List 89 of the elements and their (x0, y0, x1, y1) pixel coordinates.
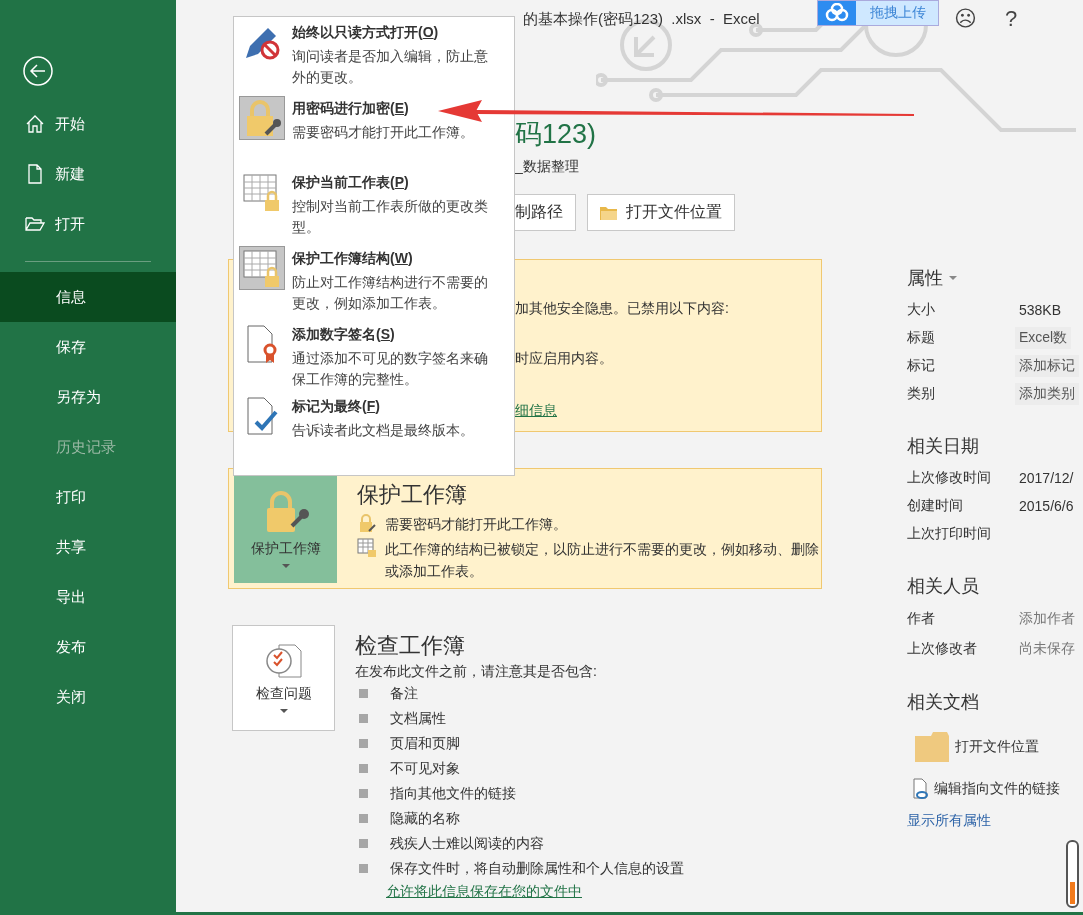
bullet-icon (359, 864, 368, 873)
folder-icon (915, 732, 949, 762)
sheet-lock-icon (242, 248, 282, 288)
inspect-item: 保存文件时，将自动删除属性和个人信息的设置 (390, 859, 684, 878)
property-value: 2017/12/ (1019, 469, 1074, 488)
window-title: 的基本操作(密码123) .xlsx - Excel (523, 10, 760, 29)
inspect-item: 指向其他文件的链接 (390, 784, 516, 803)
property-field[interactable]: 添加类别 (1015, 383, 1079, 405)
protect-description: 此工作簿的结构已被锁定，以防止进行不需要的更改，例如移动、删除或添加工作表。 (385, 540, 820, 581)
inspect-item: 隐藏的名称 (390, 809, 460, 828)
home-icon (25, 114, 45, 134)
inspect-item: 文档属性 (390, 709, 446, 728)
inspect-item: 残疾人士难以阅读的内容 (390, 834, 544, 853)
property-label: 类别 (907, 385, 936, 403)
section-heading: 相关文档 (907, 691, 980, 714)
inspect-intro: 在发布此文件之前，请注意其是否包含: (355, 663, 598, 681)
path-button[interactable]: 打开文件位置 (587, 194, 735, 231)
sidebar-item[interactable]: 共享 (0, 522, 176, 572)
show-all-properties-link[interactable]: 显示所有属性 (907, 812, 1083, 830)
upload-button[interactable]: 拖拽上传 (817, 0, 939, 26)
protect-workbook-button[interactable]: 保护工作簿 (234, 474, 337, 583)
bullet-icon (359, 764, 368, 773)
property-field[interactable]: 添加标记 (1015, 355, 1079, 377)
sidebar-item[interactable]: 信息 (0, 272, 176, 322)
sheet-lock-icon (242, 172, 282, 212)
sidebar-item[interactable]: 关闭 (0, 672, 176, 722)
check-issues-button[interactable]: 检查问题 (232, 625, 335, 731)
property-label: 作者 (907, 610, 936, 628)
edit-links-button[interactable]: 编辑指向文件的链接 (912, 778, 1083, 800)
document-icon (25, 164, 45, 184)
property-value: 538KB (1019, 301, 1062, 320)
menu-item[interactable]: 用密码进行加密(E) 需要密码才能打开此工作簿。 (239, 96, 514, 170)
folder-icon (600, 205, 618, 220)
property-label: 创建时间 (907, 497, 964, 515)
bullet-icon (359, 839, 368, 848)
property-label: 大小 (907, 301, 936, 319)
property-label: 标题 (907, 329, 936, 347)
property-value: 2015/6/6 (1019, 497, 1074, 516)
folder-icon (25, 214, 45, 234)
inspect-item: 不可见对象 (390, 759, 460, 778)
caret-icon[interactable] (949, 276, 957, 280)
property-field[interactable]: Excel数 (1015, 327, 1072, 349)
menu-item[interactable]: 保护工作簿结构(W) 防止对工作簿结构进行不需要的更改，例如添加工作表。 (239, 246, 514, 322)
section-title: 检查工作簿 (355, 632, 466, 660)
property-field[interactable]: 添加作者 (1019, 608, 1075, 630)
sheet-lock-icon (357, 538, 377, 558)
sidebar-item[interactable]: 新建 (0, 149, 176, 199)
sidebar-item[interactable]: 另存为 (0, 372, 176, 422)
back-icon[interactable] (22, 55, 54, 87)
section-heading: 属性 (907, 267, 943, 290)
bullet-icon (359, 739, 368, 748)
title-bar-button[interactable]: ☹ (954, 6, 977, 32)
lock-icon (357, 513, 377, 533)
security-text: 加其他安全隐患。已禁用以下内容: (515, 300, 730, 318)
details-link[interactable]: 细信息 (515, 402, 557, 420)
bullet-icon (359, 814, 368, 823)
inspect-document-icon (264, 643, 303, 679)
property-label: 上次修改时间 (907, 469, 992, 487)
sidebar-item[interactable]: 打开 (0, 199, 176, 249)
allow-save-link[interactable]: 允许将此信息保存在您的文件中 (386, 883, 582, 901)
bullet-icon (359, 689, 368, 698)
section-heading: 相关人员 (907, 575, 980, 598)
sidebar-item[interactable]: 开始 (0, 99, 176, 149)
file-name: 码123) (515, 118, 598, 151)
security-text: 时应启用内容。 (515, 350, 614, 368)
bullet-icon (359, 789, 368, 798)
property-field[interactable]: 尚未保存 (1019, 638, 1075, 660)
bullet-icon (359, 714, 368, 723)
property-label: 上次修改者 (907, 640, 978, 658)
sidebar-item[interactable]: 发布 (0, 622, 176, 672)
title-bar-button[interactable]: ? (1004, 6, 1018, 32)
path-button[interactable]: 制路径 (515, 194, 576, 231)
inspect-item: 备注 (390, 684, 418, 703)
scrollbar[interactable] (1066, 840, 1079, 908)
property-label: 标记 (907, 357, 936, 375)
menu-item[interactable]: 保护当前工作表(P) 控制对当前工作表所做的更改类型。 (239, 170, 514, 246)
section-title: 保护工作簿 (357, 481, 468, 509)
menu-item[interactable]: 标记为最终(F) 告诉读者此文档是最终版本。 (239, 394, 514, 470)
sidebar-item[interactable]: 导出 (0, 572, 176, 622)
inspect-item: 页眉和页脚 (390, 734, 460, 753)
sidebar-item[interactable]: 保存 (0, 322, 176, 372)
menu-item[interactable]: 始终以只读方式打开(O) 询问读者是否加入编辑，防止意外的更改。 (239, 20, 514, 96)
open-location-button[interactable]: 打开文件位置 (915, 732, 1083, 762)
file-path: _数据整理 (515, 158, 580, 176)
property-label: 上次打印时间 (907, 525, 992, 543)
menu-item[interactable]: 添加数字签名(S) 通过添加不可见的数字签名来确保工作簿的完整性。 (239, 322, 514, 394)
section-heading: 相关日期 (907, 435, 980, 458)
protect-description: 需要密码才能打开此工作簿。 (385, 515, 568, 534)
sidebar-item[interactable]: 打印 (0, 472, 176, 522)
